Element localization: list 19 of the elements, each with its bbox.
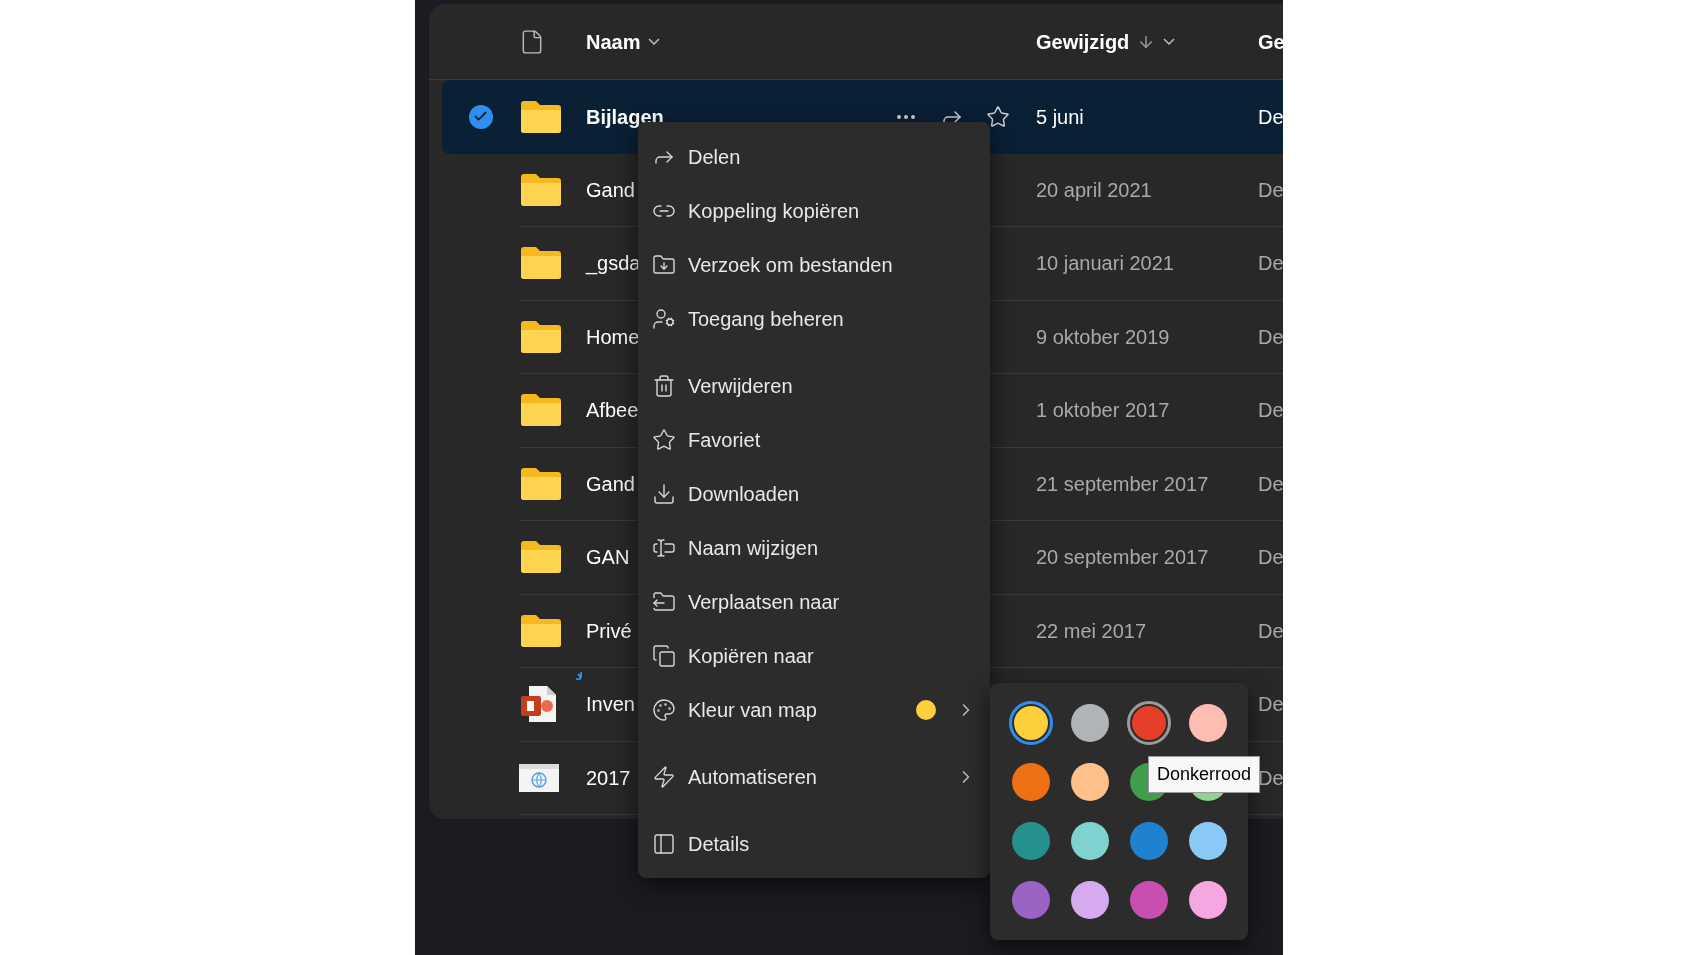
table-cell-text: De <box>1258 618 1283 644</box>
table-cell-text: De <box>1258 104 1283 130</box>
modified-date: 10 januari 2021 <box>1036 252 1174 275</box>
table-cell-text: De <box>1258 765 1283 791</box>
modified-date: 20 april 2021 <box>1036 178 1152 201</box>
modified-date: 20 september 2017 <box>1036 546 1209 569</box>
table-cell-text: De <box>1258 471 1283 497</box>
modified-date: 21 september 2017 <box>1036 472 1209 495</box>
table-cell-text: De <box>1258 251 1283 277</box>
table-cell-text: De <box>1258 177 1283 203</box>
table-cell-text: De <box>1258 545 1283 571</box>
table-cell-text: De <box>1258 324 1283 350</box>
modified-date: 9 oktober 2019 <box>1036 325 1170 348</box>
modified-date: 22 mei 2017 <box>1036 619 1147 642</box>
modified-date: 1 oktober 2017 <box>1036 399 1170 422</box>
tooltip: Donkerrood <box>1148 756 1261 793</box>
table-cell-text: De <box>1258 692 1283 718</box>
modified-date: 5 juni <box>1036 105 1084 128</box>
table-cell-text: De <box>1258 398 1283 424</box>
